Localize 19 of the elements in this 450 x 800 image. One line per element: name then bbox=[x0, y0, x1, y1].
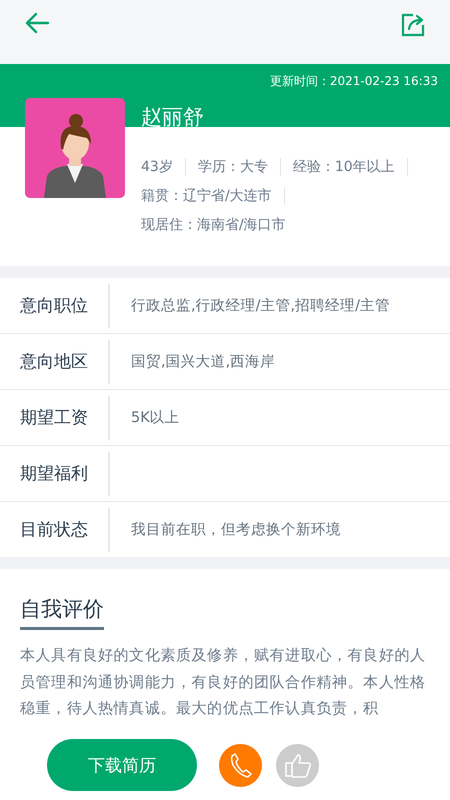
info-text: 现居住：海南省/海口市 bbox=[141, 216, 287, 234]
field-value: 5K以上 bbox=[130, 409, 180, 427]
field-label: 意向职位 bbox=[0, 284, 110, 328]
info-text: 经验：10年以上 bbox=[292, 158, 408, 176]
info-text: 籍贯：辽宁省/大连市 bbox=[141, 186, 285, 204]
field-label: 期望工资 bbox=[0, 396, 110, 440]
info-text: 43岁 bbox=[141, 158, 186, 176]
info-text: 学历：大专 bbox=[198, 158, 281, 176]
field-value: 我目前在职，但考虑换个新环境 bbox=[130, 520, 341, 539]
update-time: 更新时间：2021-02-23 16:33 bbox=[270, 73, 438, 89]
field-label: 意向地区 bbox=[0, 340, 110, 384]
field-value: 行政总监,行政经理/主管,招聘经理/主管 bbox=[130, 296, 390, 315]
field-label: 期望福利 bbox=[0, 452, 110, 496]
download-resume-button[interactable]: 下载简历 bbox=[47, 739, 197, 791]
field-label: 目前状态 bbox=[0, 508, 110, 552]
self-evaluation-text: 本人具有良好的文化素质及修养，赋有进取心，有良好的人员管理和沟通协调能力，有良好的团队合作精神。本人性格稳重，待人热情真诚。最大的优点工作认真负责，积 bbox=[20, 645, 427, 719]
section-title: 自我评价 bbox=[20, 595, 104, 630]
person-name: 赵丽舒 bbox=[141, 104, 205, 131]
field-value: 国贸,国兴大道,西海岸 bbox=[130, 353, 276, 371]
